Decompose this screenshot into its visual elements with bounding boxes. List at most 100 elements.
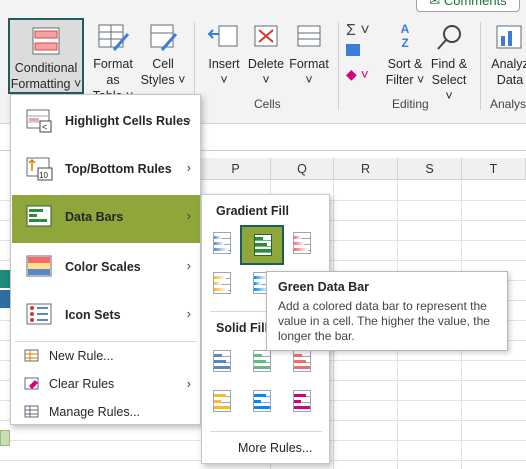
conditional-formatting-button[interactable]: Conditional Formatting ˅ — [8, 18, 84, 94]
blue-cell-fragment — [0, 290, 10, 308]
clear-icon[interactable]: ◆ ˅ — [346, 66, 369, 83]
orange-gradient-data-bar[interactable] — [208, 269, 236, 297]
chevron-right-icon: › — [186, 112, 191, 127]
purple-solid-data-bar[interactable] — [288, 387, 316, 415]
red-gradient-data-bar[interactable] — [288, 229, 316, 257]
cell-styles-line1: Cell — [152, 57, 174, 71]
cell-styles-button[interactable]: Cell Styles ˅ — [140, 22, 186, 88]
comments-label: Comments — [443, 0, 507, 8]
submenu-divider — [210, 431, 322, 432]
find-select-button[interactable]: Find & Select ˅ — [428, 22, 470, 104]
menu-divider — [15, 341, 197, 342]
menu-item-clear-rules[interactable]: Clear Rules › — [12, 371, 200, 397]
menu-item-new-rule[interactable]: New Rule... — [12, 343, 200, 369]
tooltip-description: Add a colored data bar to represent the … — [278, 299, 490, 343]
format-as-table-line1: Format as — [93, 57, 133, 87]
delete-chevron: ˅ — [262, 73, 270, 87]
green-solid-data-bar[interactable] — [248, 347, 276, 375]
column-header-s[interactable]: S — [398, 158, 462, 180]
delete-cells-icon — [249, 22, 283, 52]
chevron-right-icon: › — [186, 376, 191, 391]
find-select-line2: Select ˅ — [431, 73, 467, 103]
chevron-right-icon: › — [186, 160, 191, 175]
manage-rules-icon — [24, 405, 40, 419]
menu-label: New Rule... — [49, 349, 114, 363]
comment-icon: ✉ — [429, 0, 441, 8]
data-bars-icon — [26, 205, 54, 229]
format-label: Format — [289, 57, 329, 71]
menu-item-icon-sets[interactable]: Icon Sets › — [12, 293, 200, 339]
top-bottom-icon: 10 — [26, 157, 54, 181]
solid-fill-heading: Solid Fill — [216, 321, 269, 335]
cell-styles-line2: Styles ˅ — [140, 73, 186, 87]
green-gradient-data-bar[interactable] — [240, 225, 284, 265]
insert-label: Insert — [208, 57, 240, 71]
format-cells-icon — [292, 22, 326, 52]
column-header-p[interactable]: P — [201, 158, 271, 180]
column-header-q[interactable]: Q — [271, 158, 334, 180]
menu-item-top-bottom-rules[interactable]: 10 Top/Bottom Rules › — [12, 147, 200, 193]
chevron-right-icon: › — [186, 208, 191, 223]
orange-solid-data-bar[interactable] — [208, 387, 236, 415]
sort-filter-line2: Filter ˅ — [385, 73, 425, 87]
ribbon-separator — [480, 22, 481, 110]
analyze-data-button[interactable]: Analyz Data — [488, 22, 526, 88]
menu-item-color-scales[interactable]: Color Scales › — [12, 245, 200, 291]
menu-label: Icon Sets — [65, 308, 121, 322]
light-blue-solid-data-bar[interactable] — [248, 387, 276, 415]
icon-sets-icon — [26, 303, 54, 327]
conditional-formatting-menu: < Highlight Cells Rules › 10 Top/Bottom … — [10, 94, 201, 425]
highlight-cells-icon: < — [26, 109, 54, 133]
tooltip-title: Green Data Bar — [278, 280, 370, 294]
autosum-icon[interactable]: Σ ˅ — [346, 22, 370, 40]
comments-button[interactable]: ✉ Comments — [416, 0, 520, 12]
menu-item-manage-rules[interactable]: Manage Rules... — [12, 399, 200, 425]
column-header-r[interactable]: R — [334, 158, 398, 180]
delete-button[interactable]: Delete ˅ — [246, 22, 286, 88]
insert-chevron: ˅ — [220, 73, 228, 87]
blue-solid-data-bar[interactable] — [208, 347, 236, 375]
cf-label-line1: Conditional — [14, 61, 78, 75]
clear-rules-icon — [24, 377, 40, 391]
menu-label: Data Bars — [65, 210, 124, 224]
insert-button[interactable]: Insert ˅ — [202, 22, 246, 88]
analyze-data-icon — [493, 22, 526, 52]
find-select-line1: Find & — [430, 57, 468, 71]
sort-filter-icon: AZ — [400, 22, 410, 50]
color-scales-icon — [26, 255, 54, 279]
menu-item-highlight-cells-rules[interactable]: < Highlight Cells Rules › — [12, 99, 200, 145]
new-rule-icon — [24, 349, 40, 363]
analyze-line2: Data — [496, 73, 524, 87]
delete-label: Delete — [247, 57, 285, 71]
fill-icon[interactable] — [346, 44, 360, 56]
chevron-right-icon: › — [186, 258, 191, 273]
cf-label-line2: Formatting ˅ — [10, 77, 82, 91]
sort-filter-button[interactable]: AZ Sort & Filter ˅ — [384, 22, 426, 88]
ribbon-separator — [338, 22, 339, 110]
gradient-fill-heading: Gradient Fill — [216, 204, 289, 218]
menu-label: Highlight Cells Rules — [65, 114, 191, 128]
sort-filter-line1: Sort & — [387, 57, 423, 71]
format-button[interactable]: Format ˅ — [288, 22, 330, 88]
menu-item-data-bars[interactable]: Data Bars › — [12, 195, 200, 243]
red-solid-data-bar[interactable] — [288, 347, 316, 375]
chevron-right-icon: › — [186, 306, 191, 321]
magnifier-icon — [432, 22, 466, 52]
teal-cell-fragment — [0, 270, 10, 288]
analysis-group-label: Analysis — [490, 97, 526, 111]
blue-gradient-data-bar[interactable] — [208, 229, 236, 257]
green-cell-fragment — [0, 430, 10, 446]
conditional-formatting-icon — [29, 26, 63, 56]
format-as-table-icon — [96, 22, 130, 52]
cell-styles-icon — [146, 22, 180, 52]
menu-label: Clear Rules — [49, 377, 115, 391]
svg-text:10: 10 — [39, 171, 48, 180]
column-header-t[interactable]: T — [462, 158, 526, 180]
green-data-bar-tooltip: Green Data Bar Add a colored data bar to… — [266, 271, 508, 351]
format-chevron: ˅ — [305, 73, 313, 87]
format-as-table-button[interactable]: Format as Table ˅ — [88, 22, 138, 104]
cells-group-label: Cells — [254, 97, 281, 111]
more-rules-link[interactable]: More Rules... — [238, 441, 312, 455]
analyze-line1: Analyz — [491, 57, 526, 71]
menu-label: Manage Rules... — [49, 405, 141, 419]
